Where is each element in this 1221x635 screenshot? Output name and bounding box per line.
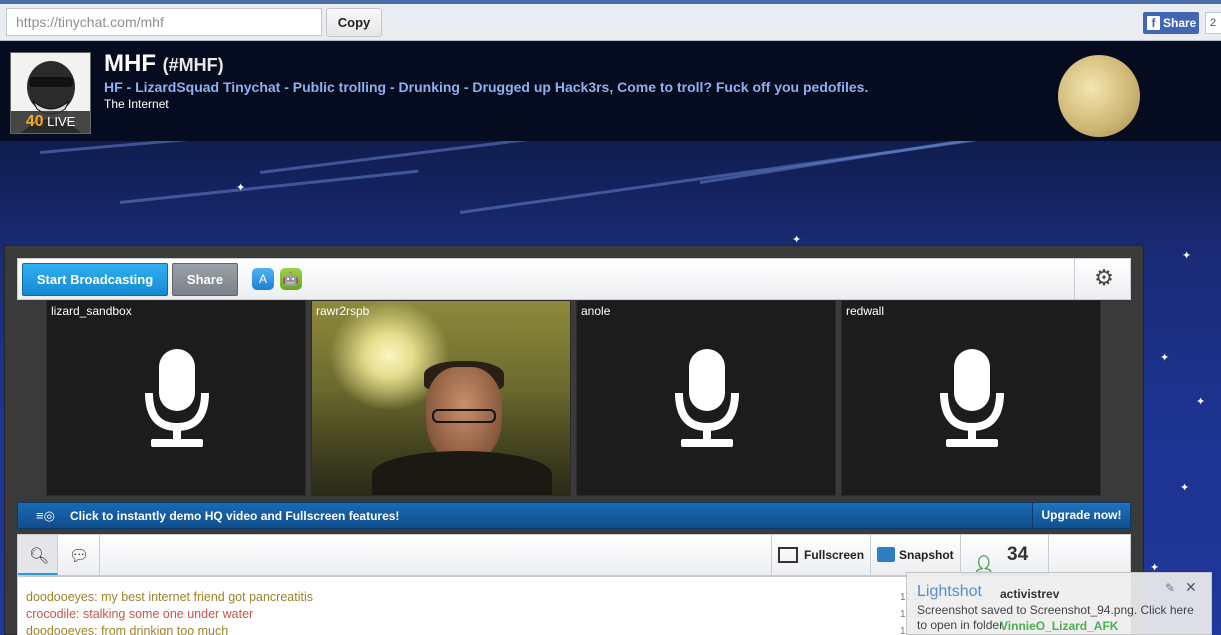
live-viewers-badge: 40 LIVE [11, 111, 90, 133]
cam-tile[interactable]: anole [576, 300, 836, 496]
chat-tab-bar: 🔍︎ 💬︎ Fullscreen Snapshot 👤︎ 34 [17, 534, 1131, 576]
userlist-name: activistrev [1000, 587, 1060, 601]
facebook-share-button[interactable]: f Share [1143, 12, 1199, 34]
chat-username: crocodile [26, 607, 77, 621]
star-icon: ✦ [1150, 562, 1160, 574]
microphone-icon [940, 349, 1004, 447]
fullscreen-button[interactable]: Fullscreen [771, 535, 871, 575]
chat-username: doodooeyes [26, 590, 95, 604]
facebook-share-label: Share [1163, 16, 1197, 30]
tab-private-messages[interactable]: 💬︎ [58, 535, 100, 575]
moon-icon [1058, 55, 1140, 137]
cam-tile-video[interactable]: rawr2rspb [311, 300, 571, 496]
room-avatar[interactable]: 40 LIVE [10, 52, 91, 134]
chat-message: doodooeyes: my best internet friend got … [26, 590, 313, 604]
chat-text: from drinkign too much [101, 624, 229, 635]
facebook-icon: f [1147, 16, 1160, 30]
promo-text: Click to instantly demo HQ video and Ful… [70, 509, 400, 523]
facebook-share-count: 2 [1205, 12, 1221, 34]
room-description: HF - LizardSquad Tinychat - Public troll… [104, 79, 869, 95]
toolbar-divider [1074, 259, 1075, 299]
copy-url-button[interactable]: Copy [326, 8, 382, 37]
chat-magnifier-icon: 🔍︎ [29, 548, 50, 565]
star-icon: ✦ [1182, 250, 1192, 262]
user-count: 34 [1007, 544, 1029, 565]
room-handle: (#MHF) [162, 55, 224, 75]
cam-tile[interactable]: lizard_sandbox [46, 300, 306, 496]
star-icon: ✦ [1160, 352, 1170, 364]
room-url-field[interactable] [6, 8, 322, 36]
chat-message: doodooeyes: from drinkign too much [26, 624, 228, 635]
share-button[interactable]: Share [172, 263, 238, 296]
star-icon: ✦ [792, 234, 802, 246]
broadcast-toolbar: Start Broadcasting Share A 🤖 ⚙ [17, 258, 1131, 300]
microphone-icon [675, 349, 739, 447]
live-count: 40 [25, 113, 44, 130]
top-bar: Copy f Share 2 [0, 0, 1221, 41]
chat-message: crocodile: stalking some one under water [26, 607, 254, 621]
userlist-name: VinnieO_Lizard_AFK [1000, 619, 1119, 633]
cam-username: redwall [846, 304, 885, 318]
cam-username: anole [581, 304, 611, 318]
live-label: LIVE [47, 114, 76, 129]
star-icon: ✦ [1180, 482, 1190, 494]
tab-public-chat[interactable]: 🔍︎ [18, 535, 58, 575]
upgrade-now-button[interactable]: Upgrade now! [1032, 503, 1130, 528]
user-list-toggle[interactable]: 👤︎ 34 [961, 535, 1049, 575]
snapshot-button[interactable]: Snapshot [871, 535, 961, 575]
fullscreen-icon [778, 547, 798, 563]
room-title: MHF (#MHF) [104, 50, 224, 78]
snapshot-label: Snapshot [899, 548, 954, 562]
settings-gear-icon[interactable]: ⚙ [1092, 266, 1116, 290]
chat-text: my best internet friend got pancreatitis [101, 590, 313, 604]
hq-promo-banner[interactable]: ≡◎ Click to instantly demo HQ video and … [17, 502, 1131, 529]
speech-bubbles-icon: 💬︎ [69, 548, 90, 565]
toast-title: Lightshot [917, 583, 982, 600]
cam-username: lizard_sandbox [51, 304, 132, 318]
ios-app-icon[interactable]: A [252, 268, 274, 290]
camera-icon [877, 547, 895, 562]
microphone-icon [145, 349, 209, 447]
cam-tile[interactable]: redwall [841, 300, 1101, 496]
fullscreen-label: Fullscreen [804, 548, 865, 562]
pin-icon[interactable]: ✎ [1165, 581, 1175, 595]
star-icon: ✦ [236, 182, 246, 194]
lightshot-notification[interactable]: Lightshot activistrev ✎ ✕ Screenshot sav… [906, 572, 1212, 635]
close-icon[interactable]: ✕ [1185, 579, 1197, 596]
user-icon: 👤︎ [973, 555, 995, 574]
room-location: The Internet [104, 97, 169, 111]
cam-username: rawr2rspb [316, 304, 370, 318]
camera-grid: lizard_sandbox rawr2rspb anole redwall [17, 300, 1131, 496]
room-name: MHF [104, 50, 156, 77]
start-broadcasting-button[interactable]: Start Broadcasting [22, 263, 168, 296]
android-app-icon[interactable]: 🤖 [280, 268, 302, 290]
chat-username: doodooeyes [26, 624, 95, 635]
speed-target-icon: ≡◎ [36, 508, 55, 523]
chat-text: stalking some one under water [82, 607, 254, 621]
star-icon: ✦ [1196, 396, 1206, 408]
